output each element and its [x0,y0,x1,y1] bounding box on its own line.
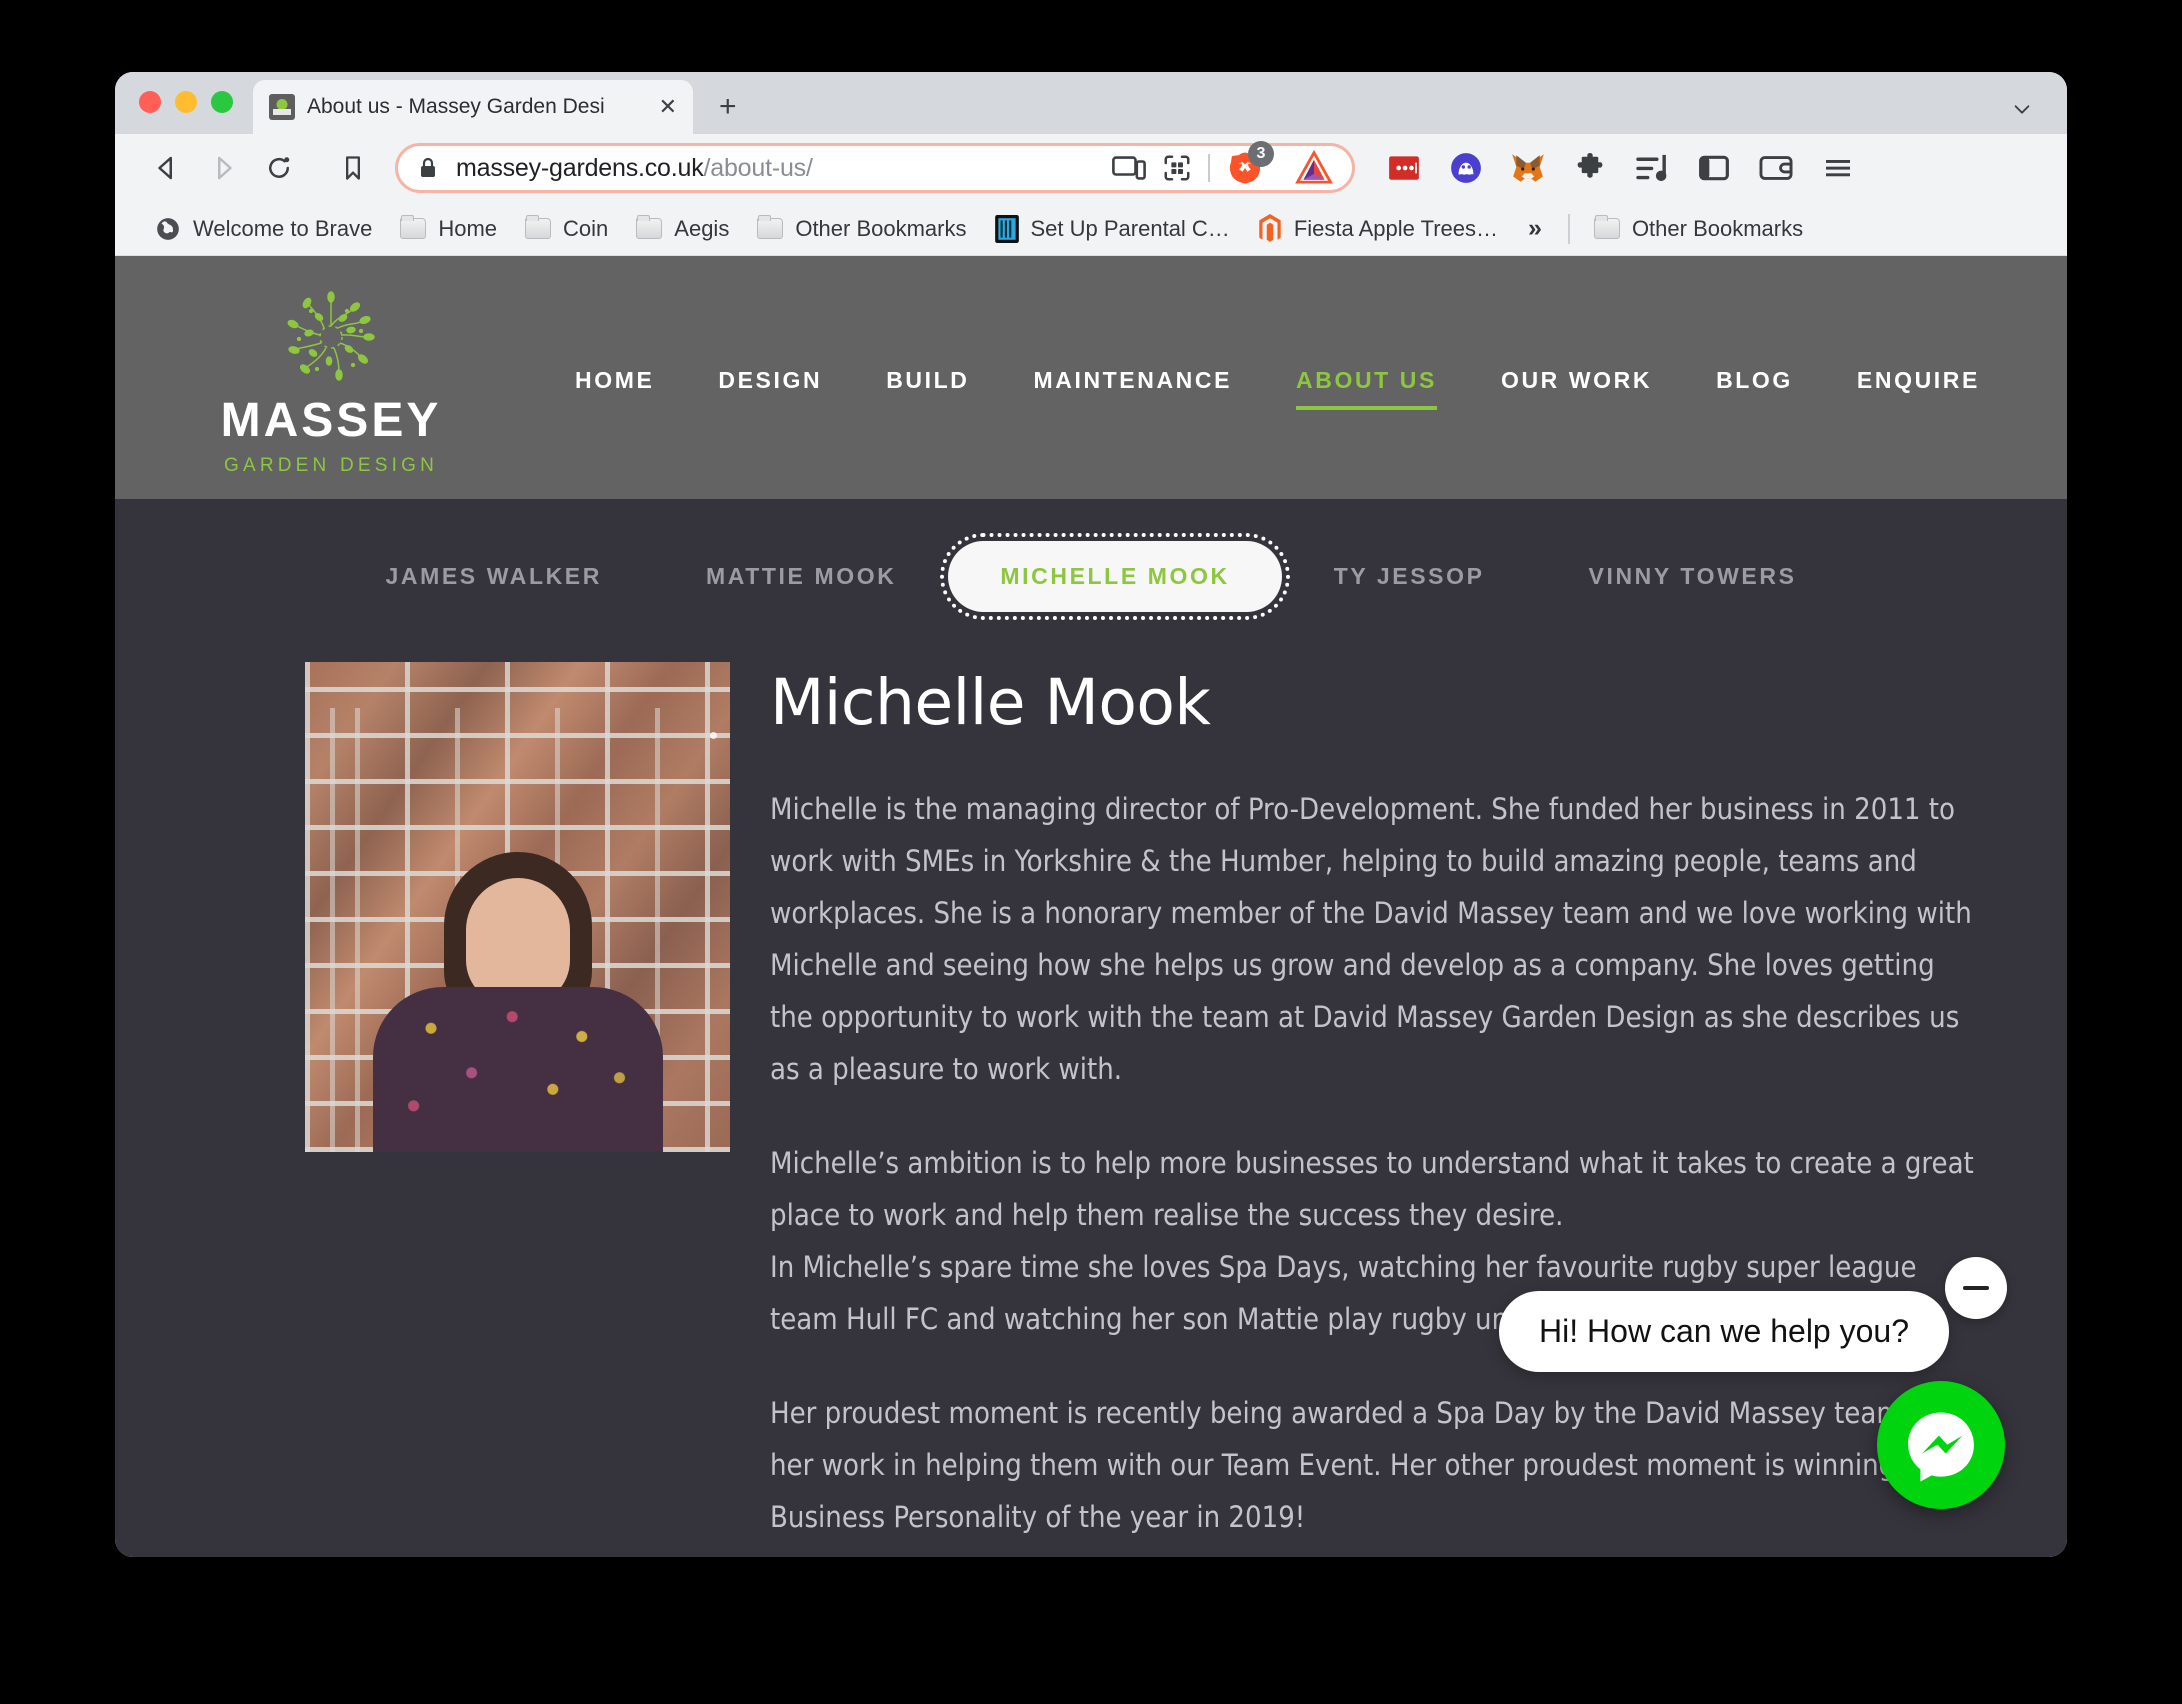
close-tab-icon[interactable]: ✕ [659,96,677,118]
bookmark-other-bookmarks-right[interactable]: Other Bookmarks [1580,209,1817,249]
tab-title: About us - Massey Garden Desi [307,95,605,118]
folder-icon [1593,215,1620,239]
lock-icon [416,156,440,180]
shields-count-badge: 3 [1248,141,1274,167]
bio-paragraph: Michelle is the managing director of Pro… [770,792,1972,1086]
purple-ghost-extension-icon[interactable] [1447,149,1485,187]
site-header: MASSEY GARDEN DESIGN HOME DESIGN BUILD M… [115,256,2067,499]
team-tab-james-walker[interactable]: JAMES WALKER [333,541,654,612]
main-navigation: HOME DESIGN BUILD MAINTENANCE ABOUT US O… [543,351,2012,410]
nav-item-home[interactable]: HOME [543,357,686,404]
bookmark-label: Fiesta Apple Trees… [1293,215,1499,241]
bookmark-label: Home [438,215,498,241]
minimize-chat-button[interactable] [1945,1257,2007,1319]
close-window-button[interactable] [139,91,161,113]
bookmark-button[interactable] [325,140,381,196]
cast-icon[interactable] [1112,155,1146,181]
forward-button[interactable] [195,140,251,196]
nav-item-maintenance[interactable]: MAINTENANCE [1001,357,1264,404]
bookmark-fiesta-apple-trees[interactable]: Fiesta Apple Trees… [1244,209,1512,249]
massey-favicon-icon [269,94,295,120]
address-bar[interactable]: massey-gardens.co.uk/about-us/ 3 [395,141,1355,193]
page-title: Michelle Mook [770,666,1211,739]
bookmark-aegis[interactable]: Aegis [622,209,743,249]
bookmark-label: Aegis [674,215,730,241]
folder-icon [636,215,663,239]
lastpass-extension-icon[interactable] [1385,149,1423,187]
maximize-window-button[interactable] [211,91,233,113]
back-button[interactable] [139,140,195,196]
nav-item-enquire[interactable]: ENQUIRE [1825,357,2012,404]
photo-highlight-dot [710,732,717,739]
sidebar-icon[interactable] [1695,149,1733,187]
nav-item-design[interactable]: DESIGN [686,357,854,404]
brave-rewards-triangle-icon[interactable] [1294,150,1334,186]
minimize-window-button[interactable] [175,91,197,113]
logo-tagline: GARDEN DESIGN [223,454,438,476]
bio-photo [305,662,730,1152]
new-tab-button[interactable]: + [719,92,737,122]
brave-shields-button[interactable]: 3 [1226,141,1274,187]
team-tab-mattie-mook[interactable]: MATTIE MOOK [654,541,948,612]
puzzle-extensions-icon[interactable] [1571,149,1609,187]
nav-item-build[interactable]: BUILD [854,357,1001,404]
page-content: MASSEY GARDEN DESIGN HOME DESIGN BUILD M… [115,256,2067,1557]
team-tab-michelle-mook[interactable]: MICHELLE MOOK [940,533,1290,620]
magento-icon [1258,213,1282,244]
messenger-chat-widget: Hi! How can we help you? [1467,1249,2027,1509]
tab-strip: About us - Massey Garden Desi ✕ + [115,72,2067,134]
nav-item-about-us[interactable]: ABOUT US [1264,357,1469,410]
bookmarks-bar: Welcome to Brave Home Coin Aegis Other B… [115,202,2067,256]
parental-controls-icon [994,214,1019,243]
nav-item-blog[interactable]: BLOG [1684,357,1825,404]
extension-icons [1385,149,1861,187]
chat-greeting-bubble[interactable]: Hi! How can we help you? [1499,1291,1949,1372]
portrait-floral-top [372,987,663,1152]
tree-logo-icon [281,287,381,387]
chevron-down-icon[interactable] [2011,98,2033,120]
folder-icon [525,215,552,239]
bookmarks-divider [1567,213,1570,244]
toolbar-divider [1208,154,1210,182]
portrait-figure [368,852,668,1152]
folder-icon [757,215,784,239]
minus-icon [1963,1286,1989,1290]
bookmark-label: Welcome to Brave [193,215,373,241]
team-member-tabs: JAMES WALKER MATTIE MOOK MICHELLE MOOK T… [115,499,2067,642]
reload-button[interactable] [251,140,307,196]
nav-item-our-work[interactable]: OUR WORK [1469,357,1684,404]
bookmark-other-bookmarks[interactable]: Other Bookmarks [743,209,980,249]
qr-code-icon[interactable] [1162,153,1192,183]
browser-tab[interactable]: About us - Massey Garden Desi ✕ [253,80,693,134]
browser-window: About us - Massey Garden Desi ✕ + massey… [115,72,2067,1557]
browser-toolbar: massey-gardens.co.uk/about-us/ 3 [115,134,2067,202]
bio-paragraph: Michelle’s ambition is to help more busi… [770,1146,1974,1232]
main-menu-icon[interactable] [1819,149,1857,187]
site-logo[interactable]: MASSEY GARDEN DESIGN [181,279,481,477]
url-text[interactable]: massey-gardens.co.uk/about-us/ [456,154,1096,183]
messenger-chat-button[interactable] [1877,1381,2005,1509]
bookmarks-overflow-button[interactable]: » [1512,214,1558,243]
team-tab-ty-jessop[interactable]: TY JESSOP [1282,541,1537,612]
globe-icon [155,216,181,242]
folder-icon [400,215,427,239]
window-controls [139,72,253,134]
bookmark-home[interactable]: Home [386,209,511,249]
bookmark-label: Coin [563,215,609,241]
bookmark-coin[interactable]: Coin [511,209,622,249]
metamask-extension-icon[interactable] [1509,149,1547,187]
bookmark-label: Other Bookmarks [795,215,967,241]
bookmark-welcome-to-brave[interactable]: Welcome to Brave [141,209,386,249]
bookmark-label: Other Bookmarks [1631,215,1804,241]
team-tab-vinny-towers[interactable]: VINNY TOWERS [1537,541,1849,612]
bookmark-label: Set Up Parental C… [1030,215,1230,241]
messenger-icon [1908,1412,1974,1482]
wallet-icon[interactable] [1757,149,1795,187]
bookmark-set-up-parental-controls[interactable]: Set Up Parental C… [981,209,1244,249]
logo-wordmark: MASSEY [220,393,442,447]
playlist-icon[interactable] [1633,149,1671,187]
